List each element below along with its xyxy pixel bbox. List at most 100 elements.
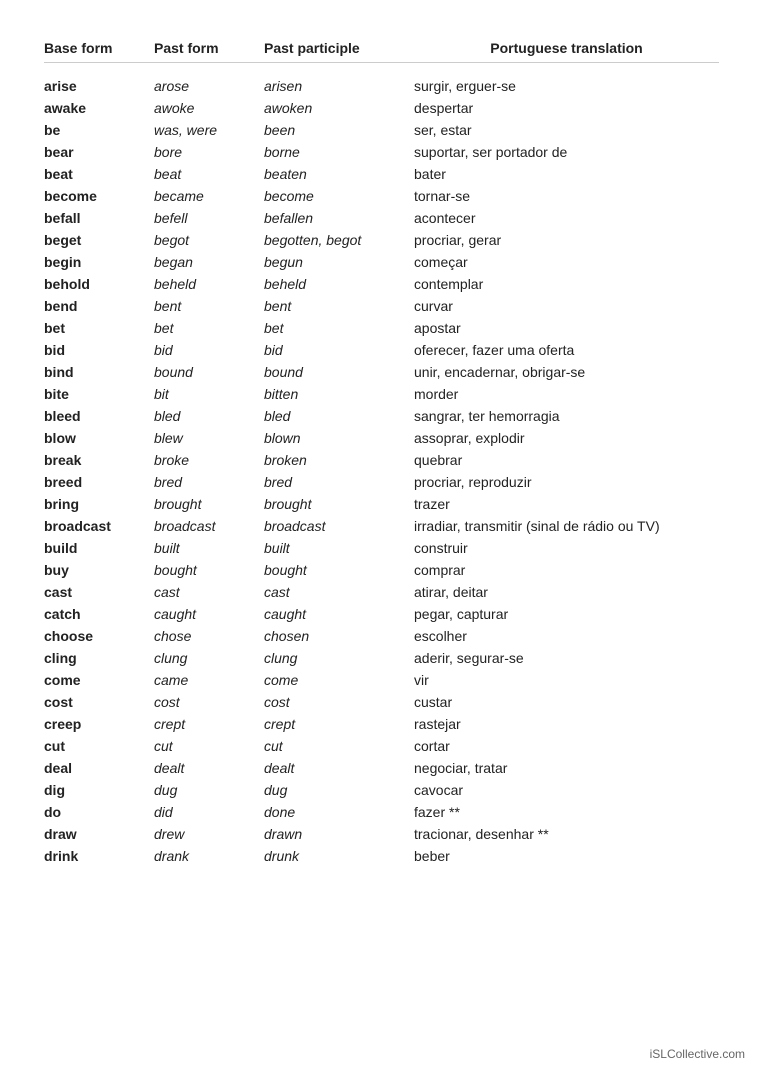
cell-pp: bled xyxy=(264,408,414,424)
cell-pp: clung xyxy=(264,650,414,666)
cell-base: choose xyxy=(44,628,154,644)
cell-pt: unir, encadernar, obrigar-se xyxy=(414,364,719,380)
cell-pt: contemplar xyxy=(414,276,719,292)
cell-base: befall xyxy=(44,210,154,226)
cell-past: broadcast xyxy=(154,518,264,534)
table-row: dealdealtdealtnegociar, tratar xyxy=(44,757,719,779)
cell-pp: broadcast xyxy=(264,518,414,534)
cell-past: brought xyxy=(154,496,264,512)
cell-pt: oferecer, fazer uma oferta xyxy=(414,342,719,358)
cell-pt: construir xyxy=(414,540,719,556)
cell-base: bleed xyxy=(44,408,154,424)
cell-pp: bought xyxy=(264,562,414,578)
cell-pp: befallen xyxy=(264,210,414,226)
cell-pt: rastejar xyxy=(414,716,719,732)
cell-pp: beaten xyxy=(264,166,414,182)
cell-base: dig xyxy=(44,782,154,798)
header-past: Past form xyxy=(154,40,264,56)
cell-base: begin xyxy=(44,254,154,270)
cell-base: arise xyxy=(44,78,154,94)
cell-past: was, were xyxy=(154,122,264,138)
cell-pp: dug xyxy=(264,782,414,798)
cell-pt: vir xyxy=(414,672,719,688)
cell-pt: irradiar, transmitir (sinal de rádio ou … xyxy=(414,518,719,534)
cell-base: deal xyxy=(44,760,154,776)
cell-base: bid xyxy=(44,342,154,358)
cell-pt: ser, estar xyxy=(414,122,719,138)
cell-base: beget xyxy=(44,232,154,248)
cell-pp: blown xyxy=(264,430,414,446)
table-row: bleedbledbledsangrar, ter hemorragia xyxy=(44,405,719,427)
cell-pp: bound xyxy=(264,364,414,380)
cell-base: blow xyxy=(44,430,154,446)
cell-base: buy xyxy=(44,562,154,578)
cell-pt: pegar, capturar xyxy=(414,606,719,622)
cell-pp: crept xyxy=(264,716,414,732)
cell-pt: atirar, deitar xyxy=(414,584,719,600)
cell-pp: become xyxy=(264,188,414,204)
cell-pt: tornar-se xyxy=(414,188,719,204)
table-row: broadcastbroadcastbroadcastirradiar, tra… xyxy=(44,515,719,537)
page: Base form Past form Past participle Port… xyxy=(0,0,763,927)
cell-base: awake xyxy=(44,100,154,116)
cell-base: bear xyxy=(44,144,154,160)
cell-base: breed xyxy=(44,474,154,490)
cell-pt: cortar xyxy=(414,738,719,754)
cell-pt: tracionar, desenhar ** xyxy=(414,826,719,842)
cell-pt: aderir, segurar-se xyxy=(414,650,719,666)
cell-past: dug xyxy=(154,782,264,798)
table-row: catchcaughtcaughtpegar, capturar xyxy=(44,603,719,625)
cell-past: begot xyxy=(154,232,264,248)
table-row: begetbegotbegotten, begotprocriar, gerar xyxy=(44,229,719,251)
table-row: castcastcastatirar, deitar xyxy=(44,581,719,603)
cell-past: bound xyxy=(154,364,264,380)
table-row: comecamecomevir xyxy=(44,669,719,691)
cell-past: dealt xyxy=(154,760,264,776)
cell-pt: procriar, reproduzir xyxy=(414,474,719,490)
table-row: buyboughtboughtcomprar xyxy=(44,559,719,581)
cell-past: cast xyxy=(154,584,264,600)
table-row: bitebitbittenmorder xyxy=(44,383,719,405)
cell-pp: cost xyxy=(264,694,414,710)
cell-pp: chosen xyxy=(264,628,414,644)
cell-base: break xyxy=(44,452,154,468)
cell-pt: quebrar xyxy=(414,452,719,468)
cell-pp: broken xyxy=(264,452,414,468)
cell-pt: custar xyxy=(414,694,719,710)
cell-past: blew xyxy=(154,430,264,446)
cell-pt: bater xyxy=(414,166,719,182)
cell-pt: sangrar, ter hemorragia xyxy=(414,408,719,424)
cell-past: drew xyxy=(154,826,264,842)
cell-pt: comprar xyxy=(414,562,719,578)
cell-pp: done xyxy=(264,804,414,820)
cell-base: bind xyxy=(44,364,154,380)
cell-pp: come xyxy=(264,672,414,688)
table-row: beholdbeheldbeheldcontemplar xyxy=(44,273,719,295)
cell-base: broadcast xyxy=(44,518,154,534)
cell-past: drank xyxy=(154,848,264,864)
table-row: befallbefellbefallenacontecer xyxy=(44,207,719,229)
cell-base: cling xyxy=(44,650,154,666)
table-row: bendbentbentcurvar xyxy=(44,295,719,317)
cell-past: beat xyxy=(154,166,264,182)
cell-base: catch xyxy=(44,606,154,622)
cell-pt: beber xyxy=(414,848,719,864)
table-row: betbetbetapostar xyxy=(44,317,719,339)
cell-pp: beheld xyxy=(264,276,414,292)
cell-base: be xyxy=(44,122,154,138)
table-row: costcostcostcustar xyxy=(44,691,719,713)
cell-pp: been xyxy=(264,122,414,138)
watermark: iSLCollective.com xyxy=(650,1047,745,1061)
cell-base: creep xyxy=(44,716,154,732)
cell-pp: begotten, begot xyxy=(264,232,414,248)
cell-base: draw xyxy=(44,826,154,842)
table-row: digdugdugcavocar xyxy=(44,779,719,801)
table-row: bidbidbidoferecer, fazer uma oferta xyxy=(44,339,719,361)
table-row: awakeawokeawokendespertar xyxy=(44,97,719,119)
cell-pp: bent xyxy=(264,298,414,314)
cell-pp: cast xyxy=(264,584,414,600)
cell-past: befell xyxy=(154,210,264,226)
table-row: bringbroughtbroughttrazer xyxy=(44,493,719,515)
cell-pt: curvar xyxy=(414,298,719,314)
cell-base: build xyxy=(44,540,154,556)
